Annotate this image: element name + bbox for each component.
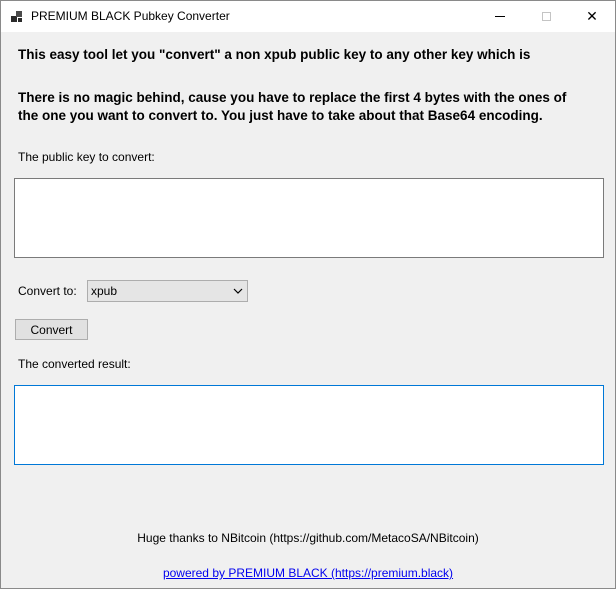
convert-to-selected-value: xpub bbox=[91, 284, 118, 298]
converted-result-output[interactable] bbox=[14, 385, 604, 465]
intro-line-2: There is no magic behind, cause you have… bbox=[18, 90, 567, 105]
window-title: PREMIUM BLACK Pubkey Converter bbox=[31, 9, 230, 23]
close-icon: ✕ bbox=[586, 8, 598, 25]
close-button[interactable]: ✕ bbox=[569, 1, 615, 32]
convert-to-select[interactable]: xpub bbox=[87, 280, 248, 302]
powered-by-row: powered by PREMIUM BLACK (https://premiu… bbox=[1, 566, 615, 580]
minimize-button[interactable] bbox=[477, 1, 523, 32]
convert-button[interactable]: Convert bbox=[15, 319, 88, 340]
app-icon bbox=[11, 11, 23, 23]
convert-to-label: Convert to: bbox=[18, 284, 77, 298]
title-bar[interactable]: PREMIUM BLACK Pubkey Converter ✕ bbox=[1, 1, 615, 32]
chevron-down-icon bbox=[233, 288, 243, 294]
converted-result-label: The converted result: bbox=[18, 357, 131, 371]
maximize-button[interactable] bbox=[523, 1, 569, 32]
minimize-icon bbox=[495, 16, 505, 17]
intro-line-1: This easy tool let you "convert" a non x… bbox=[18, 47, 531, 62]
public-key-label: The public key to convert: bbox=[18, 150, 155, 164]
public-key-input[interactable] bbox=[14, 178, 604, 258]
thanks-text: Huge thanks to NBitcoin (https://github.… bbox=[137, 531, 479, 545]
app-window: PREMIUM BLACK Pubkey Converter ✕ This ea… bbox=[0, 0, 616, 589]
maximize-icon bbox=[541, 12, 551, 21]
powered-by-link[interactable]: powered by PREMIUM BLACK (https://premiu… bbox=[163, 566, 453, 580]
intro-line-3: the one you want to convert to. You just… bbox=[18, 108, 543, 123]
